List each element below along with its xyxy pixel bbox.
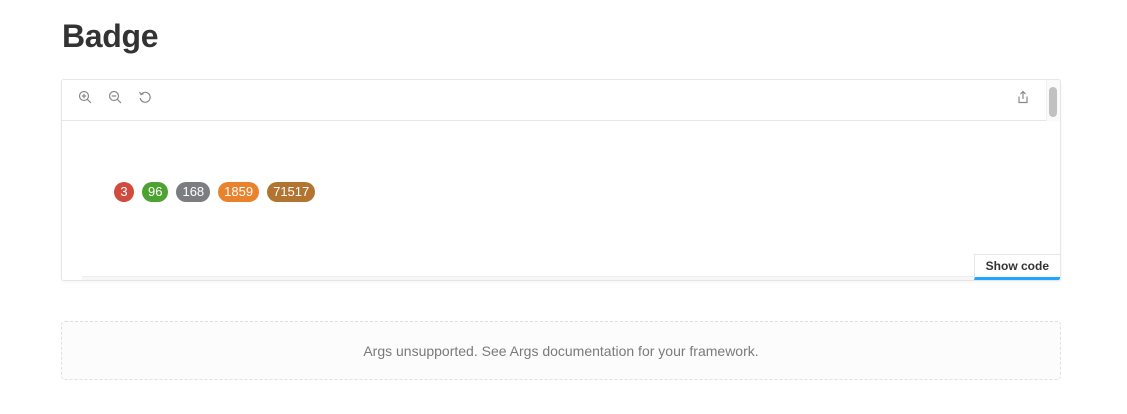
- vertical-scrollbar[interactable]: [1046, 80, 1060, 121]
- zoom-in-button[interactable]: [75, 87, 95, 107]
- vertical-scrollbar-thumb[interactable]: [1049, 87, 1057, 117]
- share-icon: [1018, 90, 1028, 104]
- badge: 71517: [267, 182, 316, 202]
- page-title: Badge: [62, 18, 159, 54]
- reset-zoom-button[interactable]: [135, 87, 155, 107]
- reset-zoom-icon: [138, 91, 151, 103]
- zoom-out-button[interactable]: [105, 87, 125, 107]
- zoom-in-icon: [78, 90, 92, 104]
- badge: 1859: [218, 182, 260, 202]
- preview-canvas: 3 96 168 1859 71517: [62, 121, 1060, 280]
- badge: 3: [114, 182, 134, 202]
- share-button[interactable]: [1013, 87, 1033, 107]
- preview-toolbar: [62, 80, 1060, 121]
- badge-list: 3 96 168 1859 71517: [114, 182, 316, 202]
- badge: 96: [142, 182, 169, 202]
- horizontal-scrollbar[interactable]: [82, 276, 1040, 280]
- args-unsupported-message: Args unsupported. See Args documentation…: [363, 342, 759, 359]
- badge: 168: [176, 182, 211, 202]
- show-code-button[interactable]: Show code: [973, 254, 1060, 280]
- args-panel: Args unsupported. See Args documentation…: [61, 321, 1061, 380]
- story-preview: 3 96 168 1859 71517 Show code: [61, 79, 1061, 281]
- zoom-out-icon: [108, 90, 122, 104]
